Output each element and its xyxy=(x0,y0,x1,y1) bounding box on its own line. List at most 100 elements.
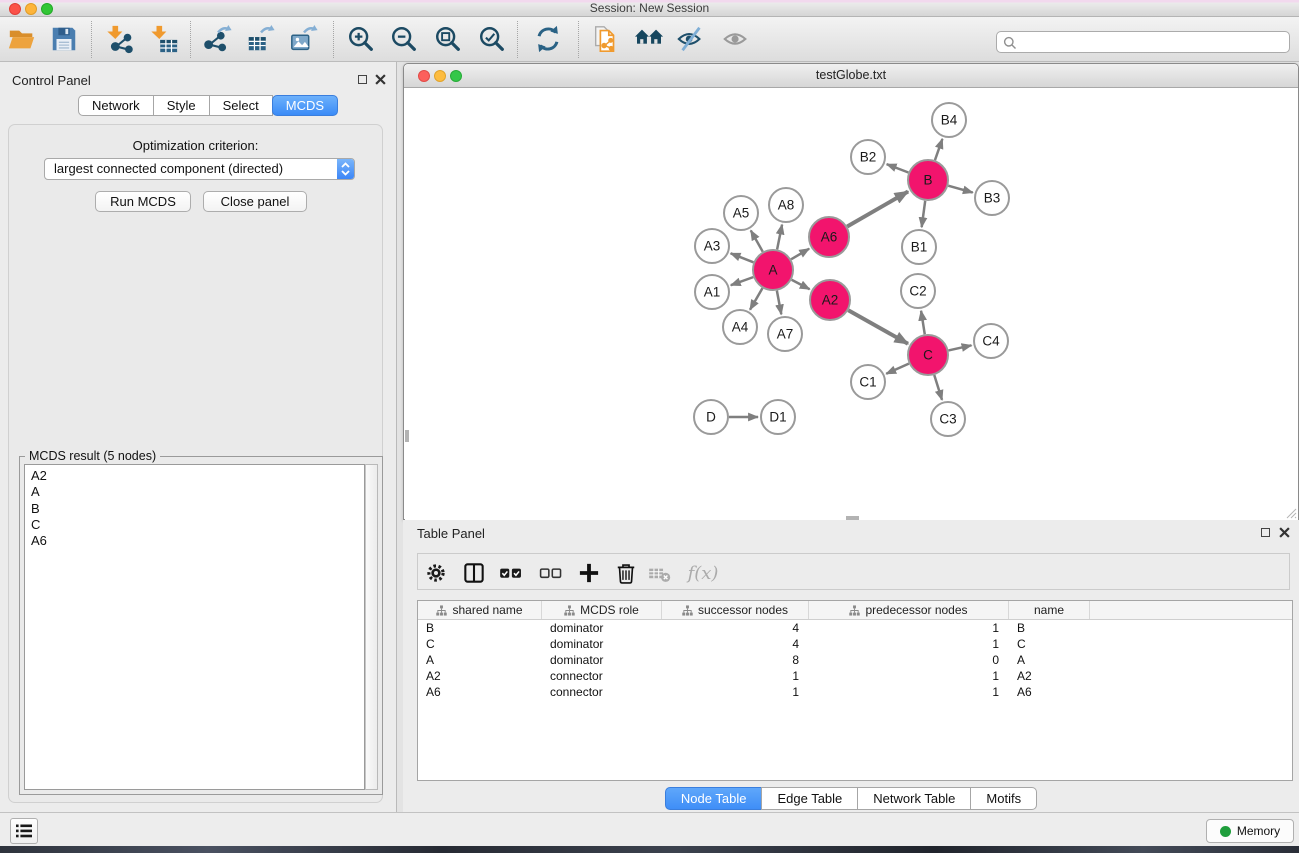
zoom-in-icon xyxy=(346,24,376,54)
column-header-MCDS-role[interactable]: MCDS role xyxy=(542,601,662,619)
search-field[interactable] xyxy=(996,31,1290,53)
vertical-scroll-thumb[interactable] xyxy=(405,430,409,442)
table-settings-button[interactable] xyxy=(421,558,451,588)
column-header-label: successor nodes xyxy=(698,603,788,617)
table-row[interactable]: A2connector11A2 xyxy=(418,668,1292,684)
table-cell: 1 xyxy=(662,668,809,684)
table-row[interactable]: Cdominator41C xyxy=(418,636,1292,652)
column-header-predecessor-nodes[interactable]: predecessor nodes xyxy=(809,601,1009,619)
main-titlebar: Session: New Session xyxy=(0,0,1299,17)
unselect-all-button[interactable] xyxy=(536,558,566,588)
tab-network[interactable]: Network xyxy=(78,95,154,116)
zoom-in-button[interactable] xyxy=(344,22,378,56)
graph-edge-A-A7[interactable] xyxy=(777,291,781,315)
delete-table-button[interactable] xyxy=(645,558,675,588)
delete-selected-button[interactable] xyxy=(611,558,641,588)
zoom-out-button[interactable] xyxy=(387,22,421,56)
close-view-button[interactable] xyxy=(418,70,430,82)
list-icon xyxy=(16,824,32,838)
graph-edge-A-A8[interactable] xyxy=(777,225,782,250)
graph-edge-A2-C[interactable] xyxy=(848,310,908,343)
run-mcds-button[interactable]: Run MCDS xyxy=(95,191,191,212)
zoom-view-button[interactable] xyxy=(450,70,462,82)
import-table-button[interactable] xyxy=(147,22,181,56)
zoom-window-button[interactable] xyxy=(41,3,53,15)
export-network-button[interactable] xyxy=(201,22,235,56)
minimize-view-button[interactable] xyxy=(434,70,446,82)
mcds-result-item[interactable]: A6 xyxy=(25,533,364,549)
add-row-button[interactable] xyxy=(574,558,604,588)
graph-edge-C-C3[interactable] xyxy=(934,375,942,400)
graph-node-label-A7: A7 xyxy=(777,327,794,342)
application-window: Session: New Session xyxy=(0,0,1299,853)
export-image-button[interactable] xyxy=(287,22,321,56)
mcds-result-item[interactable]: B xyxy=(25,501,364,517)
result-scrollbar[interactable] xyxy=(365,464,378,790)
zoom-fit-button[interactable] xyxy=(431,22,465,56)
float-table-panel-icon[interactable] xyxy=(1261,528,1270,537)
open-session-button[interactable] xyxy=(5,22,39,56)
graph-edge-A-A5[interactable] xyxy=(751,230,763,251)
close-panel-icon[interactable] xyxy=(375,74,386,85)
first-neighbors-button[interactable] xyxy=(632,22,666,56)
refresh-button[interactable] xyxy=(531,22,565,56)
search-input[interactable] xyxy=(1021,32,1285,52)
resize-grip-icon[interactable] xyxy=(1285,507,1297,519)
tab-network-table[interactable]: Network Table xyxy=(857,787,971,810)
close-panel-button[interactable]: Close panel xyxy=(203,191,307,212)
graph-edge-C-C4[interactable] xyxy=(948,345,971,350)
graph-edge-A-A1[interactable] xyxy=(731,277,753,285)
table-cell: A2 xyxy=(1009,668,1090,684)
node-table: shared nameMCDS role successor nodes prede… xyxy=(417,600,1293,781)
criterion-dropdown[interactable]: largest connected component (directed) xyxy=(44,158,355,180)
float-panel-icon[interactable] xyxy=(358,75,367,84)
tab-select[interactable]: Select xyxy=(209,95,273,116)
mcds-result-title: MCDS result (5 nodes) xyxy=(25,449,160,463)
graph-edge-B-B3[interactable] xyxy=(948,186,973,193)
tab-motifs[interactable]: Motifs xyxy=(970,787,1037,810)
graph-edge-A-A6[interactable] xyxy=(791,249,809,260)
graph-edge-A-A4[interactable] xyxy=(750,288,762,310)
table-row[interactable]: Bdominator41B xyxy=(418,620,1292,636)
tab-style[interactable]: Style xyxy=(153,95,210,116)
graph-edge-B-B1[interactable] xyxy=(922,201,926,227)
graph-edge-B-B4[interactable] xyxy=(935,139,942,160)
close-table-panel-icon[interactable] xyxy=(1279,527,1290,538)
export-table-button[interactable] xyxy=(244,22,278,56)
new-network-button[interactable] xyxy=(589,22,623,56)
graph-edge-A6-B[interactable] xyxy=(847,191,908,226)
column-header-successor-nodes[interactable]: successor nodes xyxy=(662,601,809,619)
tab-mcds[interactable]: MCDS xyxy=(272,95,338,116)
trash-icon xyxy=(613,560,639,586)
zoom-selected-button[interactable] xyxy=(475,22,509,56)
hide-selected-button[interactable] xyxy=(674,22,708,56)
table-row[interactable]: A6connector11A6 xyxy=(418,684,1292,700)
minimize-window-button[interactable] xyxy=(25,3,37,15)
show-all-button[interactable] xyxy=(719,22,753,56)
desktop-wallpaper-strip xyxy=(0,846,1299,853)
memory-button[interactable]: Memory xyxy=(1206,819,1294,843)
column-header-name[interactable]: name xyxy=(1009,601,1090,619)
function-builder-button[interactable]: f(x) xyxy=(684,558,722,588)
select-all-button[interactable] xyxy=(496,558,526,588)
table-row[interactable]: Adominator80A xyxy=(418,652,1292,668)
column-header-shared-name[interactable]: shared name xyxy=(418,601,542,619)
mcds-result-item[interactable]: A xyxy=(25,484,364,500)
network-canvas[interactable]: AA1A2A3A4A5A6A7A8BB1B2B3B4CC1C2C3C4DD1 xyxy=(405,88,1298,520)
task-history-button[interactable] xyxy=(10,818,38,844)
graph-node-label-C2: C2 xyxy=(909,284,926,299)
show-columns-button[interactable] xyxy=(459,558,489,588)
graph-edge-C-C2[interactable] xyxy=(921,311,925,334)
mcds-result-item[interactable]: C xyxy=(25,517,364,533)
tab-edge-table[interactable]: Edge Table xyxy=(761,787,858,810)
graph-edge-A-A3[interactable] xyxy=(731,253,754,262)
mcds-result-item[interactable]: A2 xyxy=(25,468,364,484)
graph-edge-A-A2[interactable] xyxy=(792,280,810,290)
tab-node-table[interactable]: Node Table xyxy=(665,787,763,810)
save-session-button[interactable] xyxy=(47,22,81,56)
import-network-button[interactable] xyxy=(103,22,137,56)
table-cell: 1 xyxy=(809,684,1009,700)
graph-edge-C-C1[interactable] xyxy=(886,364,909,374)
graph-edge-B-B2[interactable] xyxy=(887,164,909,172)
close-window-button[interactable] xyxy=(9,3,21,15)
